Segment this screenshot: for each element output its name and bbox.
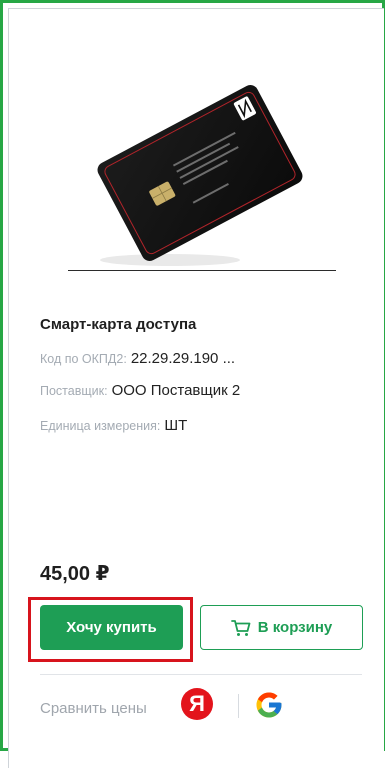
compare-divider [238, 694, 239, 718]
product-image[interactable] [60, 78, 340, 274]
add-to-cart-label: В корзину [257, 619, 333, 636]
supplier-row: Поставщик: ООО Поставщик 2 [40, 382, 240, 399]
supplier-value: ООО Поставщик 2 [111, 382, 241, 399]
compare-prices-label: Сравнить цены [40, 700, 147, 717]
image-divider [68, 270, 336, 271]
unit-label: Единица измерения: [40, 419, 161, 433]
add-to-cart-button[interactable]: В корзину [200, 605, 363, 650]
product-title[interactable]: Смарт-карта доступа [40, 316, 196, 333]
yandex-icon[interactable]: Я [181, 688, 213, 720]
unit-value: ШТ [164, 417, 188, 434]
supplier-label: Поставщик: [40, 384, 108, 398]
okpd-value: 22.29.29.190 ... [130, 350, 236, 367]
okpd-row: Код по ОКПД2: 22.29.29.190 ... [40, 350, 235, 367]
google-icon[interactable] [254, 690, 284, 720]
compare-separator [40, 674, 362, 675]
want-to-buy-button[interactable]: Хочу купить [40, 605, 183, 650]
cart-icon [230, 619, 251, 636]
unit-row: Единица измерения: ШТ [40, 417, 187, 434]
product-price: 45,00 ₽ [40, 563, 110, 585]
smart-card-image [97, 85, 303, 266]
okpd-label: Код по ОКПД2: [40, 352, 127, 366]
